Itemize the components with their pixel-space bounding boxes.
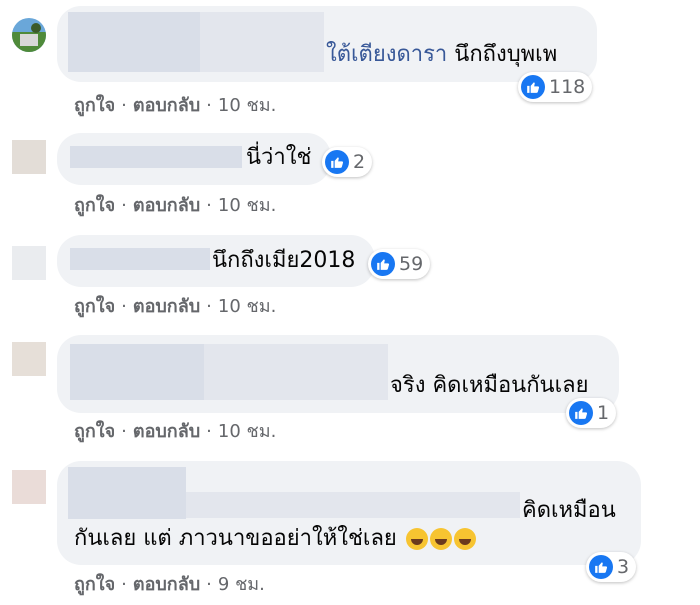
reply-link[interactable]: ตอบกลับ: [133, 574, 200, 595]
separator: ·: [121, 296, 127, 317]
comment-text: จริง คิดเหมือนกันเลย: [390, 373, 589, 398]
like-reaction-icon: [569, 401, 593, 425]
reaction-count: 118: [549, 76, 586, 98]
separator: ·: [206, 574, 212, 595]
tagged-name-link[interactable]: ใต้เตียงดารา: [326, 42, 447, 67]
comment-text: นี่ว่าใช่: [246, 145, 312, 170]
timestamp[interactable]: 10 ชม.: [218, 195, 276, 216]
comment-text-line2: กันเลย แต่ ภาวนาขออย่าให้ใช่เลย: [74, 528, 476, 550]
like-reaction-icon: [521, 75, 545, 99]
like-reaction-icon: [589, 555, 613, 579]
laughing-emoji-icon: [453, 528, 476, 550]
laughing-emoji-icon: [405, 528, 428, 550]
reaction-count: 59: [399, 253, 424, 275]
timestamp[interactable]: 10 ชม.: [218, 95, 276, 116]
reaction-count: 2: [353, 151, 366, 173]
timestamp[interactable]: 10 ชม.: [218, 421, 276, 442]
reaction-count-badge[interactable]: 2: [322, 147, 373, 177]
like-link[interactable]: ถูกใจ: [74, 95, 115, 116]
separator: ·: [206, 421, 212, 442]
reply-link[interactable]: ตอบกลับ: [133, 296, 200, 317]
comment-actions: ถูกใจ · ตอบกลับ · 9 ชม.: [74, 569, 265, 598]
comment-text: นึกถึงเมีย2018: [212, 248, 356, 273]
like-link[interactable]: ถูกใจ: [74, 421, 115, 442]
redacted-name: [200, 12, 324, 72]
avatar[interactable]: [12, 18, 46, 52]
separator: ·: [206, 296, 212, 317]
redacted-name: [68, 467, 186, 519]
comment-actions: ถูกใจ · ตอบกลับ · 10 ชม.: [74, 291, 276, 320]
comment-text: ใต้เตียงดารา นึกถึงบุพเพ: [326, 42, 558, 67]
redacted-name: [204, 344, 388, 400]
like-link[interactable]: ถูกใจ: [74, 195, 115, 216]
redacted-name: [68, 12, 200, 72]
avatar[interactable]: [12, 140, 46, 174]
like-reaction-icon: [371, 252, 395, 276]
comment-actions: ถูกใจ · ตอบกลับ · 10 ชม.: [74, 90, 276, 119]
separator: ·: [121, 195, 127, 216]
separator: ·: [121, 421, 127, 442]
timestamp[interactable]: 9 ชม.: [218, 574, 265, 595]
avatar[interactable]: [12, 342, 46, 376]
separator: ·: [121, 95, 127, 116]
comment-text-line1: คิดเหมือน: [522, 498, 616, 523]
reaction-count-badge[interactable]: 3: [586, 552, 637, 582]
redacted-name: [70, 146, 242, 168]
separator: ·: [206, 95, 212, 116]
separator: ·: [206, 195, 212, 216]
avatar[interactable]: [12, 470, 46, 504]
like-link[interactable]: ถูกใจ: [74, 574, 115, 595]
reaction-count-badge[interactable]: 118: [518, 72, 593, 102]
reaction-count: 1: [597, 402, 610, 424]
like-reaction-icon: [325, 150, 349, 174]
comment-actions: ถูกใจ · ตอบกลับ · 10 ชม.: [74, 190, 276, 219]
like-link[interactable]: ถูกใจ: [74, 296, 115, 317]
redacted-name: [70, 344, 204, 400]
reaction-count-badge[interactable]: 59: [368, 249, 431, 279]
redacted-name: [186, 492, 520, 518]
timestamp[interactable]: 10 ชม.: [218, 296, 276, 317]
reaction-count: 3: [617, 556, 630, 578]
avatar[interactable]: [12, 246, 46, 280]
reply-link[interactable]: ตอบกลับ: [133, 95, 200, 116]
redacted-name: [70, 248, 210, 270]
reply-link[interactable]: ตอบกลับ: [133, 421, 200, 442]
separator: ·: [121, 574, 127, 595]
comment-actions: ถูกใจ · ตอบกลับ · 10 ชม.: [74, 416, 276, 445]
laughing-emoji-icon: [429, 528, 452, 550]
reaction-count-badge[interactable]: 1: [566, 398, 617, 428]
reply-link[interactable]: ตอบกลับ: [133, 195, 200, 216]
